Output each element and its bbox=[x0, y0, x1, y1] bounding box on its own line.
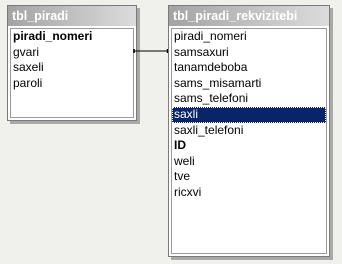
field-item[interactable]: weli bbox=[172, 154, 326, 170]
field-item[interactable]: samsaxuri bbox=[172, 45, 326, 61]
field-item[interactable]: sams_telefoni bbox=[172, 91, 326, 107]
field-item[interactable]: tanamdeboba bbox=[172, 60, 326, 76]
field-list[interactable]: piradi_nomeri samsaxuri tanamdeboba sams… bbox=[171, 28, 327, 254]
field-item[interactable]: sams_misamarti bbox=[172, 76, 326, 92]
relationship-line[interactable] bbox=[133, 47, 169, 55]
field-item[interactable]: tve bbox=[172, 169, 326, 185]
field-item[interactable]: paroli bbox=[11, 76, 133, 92]
field-item[interactable]: saxli_telefoni bbox=[172, 123, 326, 139]
field-item[interactable]: ricxvi bbox=[172, 185, 326, 201]
field-item[interactable]: ID bbox=[172, 138, 326, 154]
field-item[interactable]: saxli bbox=[172, 106, 326, 123]
field-list[interactable]: piradi_nomeri gvari saxeli paroli bbox=[10, 28, 134, 118]
table-window-tbl-piradi-rekvizitebi[interactable]: tbl_piradi_rekvizitebi piradi_nomeri sam… bbox=[168, 5, 330, 257]
table-title[interactable]: tbl_piradi_rekvizitebi bbox=[169, 6, 329, 26]
field-item[interactable]: piradi_nomeri bbox=[11, 29, 133, 45]
field-item[interactable]: gvari bbox=[11, 45, 133, 61]
field-item[interactable]: saxeli bbox=[11, 60, 133, 76]
table-window-tbl-piradi[interactable]: tbl_piradi piradi_nomeri gvari saxeli pa… bbox=[7, 5, 137, 121]
field-item[interactable]: piradi_nomeri bbox=[172, 29, 326, 45]
table-title[interactable]: tbl_piradi bbox=[8, 6, 136, 26]
